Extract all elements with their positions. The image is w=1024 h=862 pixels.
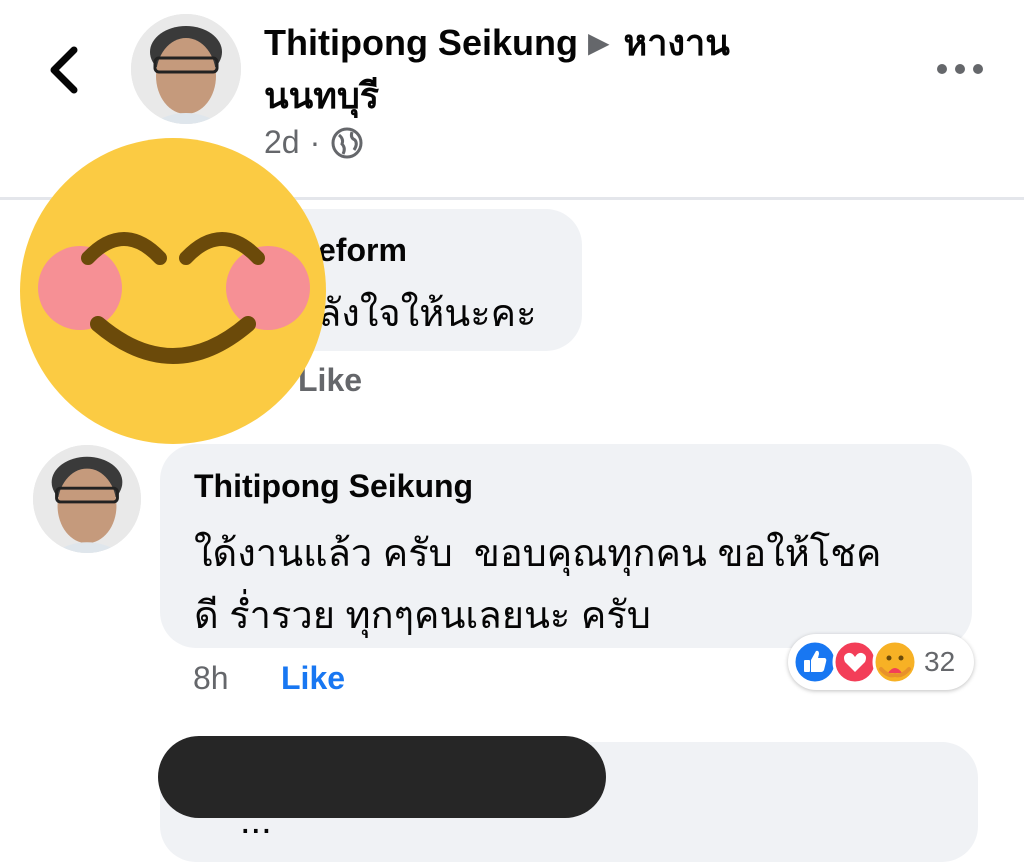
comment-text-partial: ...: [240, 800, 272, 842]
more-icon: [937, 64, 983, 74]
author-avatar[interactable]: [131, 14, 241, 124]
chevron-left-icon: [50, 46, 78, 94]
group-name-line2[interactable]: นนทบุรี: [264, 75, 379, 116]
redaction-bar: [158, 736, 606, 818]
post-header-title: Thitipong Seikung ▶ หางาน นนทบุรี: [264, 18, 824, 121]
comment-text-line2: ดี ร่ำรวย ทุกๆคนเลยนะ ครับ: [194, 595, 651, 637]
comment-time[interactable]: 8h: [193, 660, 229, 697]
commenter-name[interactable]: Thitipong Seikung: [194, 468, 473, 505]
commenter-name[interactable]: eform: [318, 232, 407, 269]
group-name[interactable]: หางาน: [624, 22, 730, 63]
commenter-avatar[interactable]: [33, 445, 141, 553]
blush-emoji-icon: [20, 138, 326, 444]
more-options-button[interactable]: [930, 52, 990, 86]
care-icon: [872, 639, 918, 685]
avatar-image: [33, 445, 141, 553]
reactions-summary[interactable]: 32: [788, 634, 974, 690]
back-button[interactable]: [40, 40, 90, 100]
comment-text: ลังใจให้นะคะ: [318, 293, 537, 335]
author-name[interactable]: Thitipong Seikung: [264, 22, 578, 63]
globe-icon: [331, 127, 363, 158]
smiling-emoji-sticker: [20, 138, 326, 444]
like-button[interactable]: Like: [281, 660, 345, 697]
comment-text-line1: ใด้งานแล้ว ครับ ขอบคุณทุกคน ขอให้โชค: [194, 533, 882, 575]
arrow-right-icon: ▶: [587, 27, 610, 58]
reaction-count: 32: [924, 646, 956, 677]
avatar-image: [131, 14, 241, 124]
